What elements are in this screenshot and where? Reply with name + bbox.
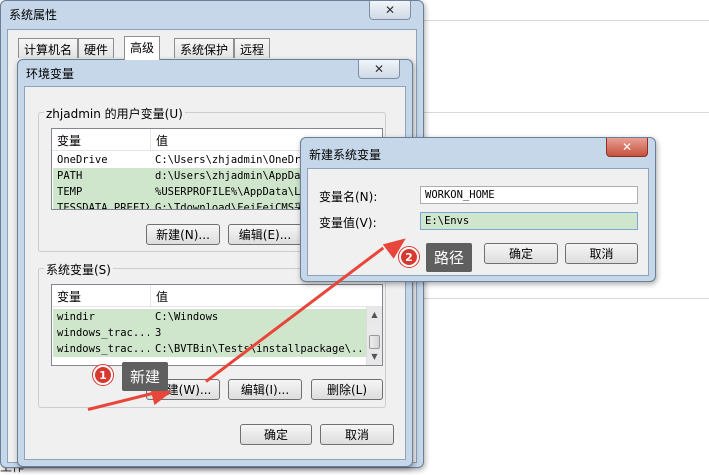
variable-name: windows_trac... [57,327,149,339]
variable-name: windows_trac... [57,343,149,355]
list-header: 变量 值 [52,285,382,307]
dialog-cancel-button[interactable]: 取消 [565,243,638,264]
close-icon: ✕ [384,3,396,17]
tab-system-protection[interactable]: 系统保护 [174,38,235,58]
column-header-value[interactable]: 值 [156,288,168,305]
tab-computer-name[interactable]: 计算机名 [18,38,79,58]
variable-value-field[interactable]: E:\Envs [420,212,638,230]
window-title: 环境变量 [26,67,75,81]
variable-name-field[interactable]: WORKON_HOME [420,186,638,204]
annotation-badge-1: 1 [93,365,113,385]
dialog-ok-button[interactable]: 确定 [484,243,558,264]
annotation-label-2: 路径 [426,243,473,272]
close-icon: ✕ [621,140,633,154]
column-header-value[interactable]: 值 [156,132,168,149]
column-header-variable[interactable]: 变量 [57,288,81,305]
user-new-button[interactable]: 新建(N)... [146,224,220,245]
variable-name: PATH [57,170,83,182]
list-item[interactable]: windows_trac... 3 [53,325,366,341]
list-item[interactable]: windir C:\Windows [53,309,366,325]
close-button[interactable]: ✕ [606,138,648,157]
variable-name: windir [57,311,95,323]
annotation-badge-2: 2 [399,247,419,267]
close-button[interactable]: ✕ [369,1,411,20]
column-separator [150,129,151,151]
list-item[interactable]: windows_trac... C:\BVTBin\Tests\installp… [53,341,366,357]
variable-value-label: 变量值(V): [319,216,377,230]
vertical-scrollbar[interactable]: ▲ ▼ [366,307,382,365]
scroll-thumb[interactable] [369,335,380,349]
tab-hardware[interactable]: 硬件 [78,38,115,58]
variable-name: TEMP [57,186,83,198]
system-delete-button[interactable]: 删除(L) [311,379,383,400]
system-variables-label: 系统变量(S) [44,261,113,278]
column-separator [150,285,151,307]
tab-remote[interactable]: 远程 [234,38,271,58]
close-button[interactable]: ✕ [358,60,400,79]
variable-value: C:\Windows [155,311,219,323]
annotation-label-1: 新建 [122,362,169,391]
background-divider [420,20,709,21]
scroll-up-icon[interactable]: ▲ [367,307,382,323]
column-header-variable[interactable]: 变量 [57,132,81,149]
tab-advanced[interactable]: 高级 [124,36,161,60]
system-variables-list[interactable]: 变量 值 windir C:\Windows windows_trac... 3… [51,284,383,366]
variable-name-label: 变量名(N): [319,190,378,204]
window-title: 新建系统变量 [309,148,382,162]
user-edit-button[interactable]: 编辑(E)... [228,224,302,245]
scroll-down-icon[interactable]: ▼ [367,349,382,365]
cancel-button[interactable]: 取消 [320,424,394,445]
variable-name: TESSDATA_PREFIX [57,202,149,210]
variable-value: C:\BVTBin\Tests\installpackage\... [155,343,365,355]
system-edit-button[interactable]: 编辑(I)... [228,379,302,400]
user-variables-label: zhjadmin 的用户变量(U) [44,105,185,122]
window-title: 系统属性 [9,8,58,22]
ok-button[interactable]: 确定 [240,424,312,445]
background-divider [420,112,709,113]
variable-name: OneDrive [57,154,108,166]
close-icon: ✕ [373,62,385,76]
background-divider [420,298,709,299]
